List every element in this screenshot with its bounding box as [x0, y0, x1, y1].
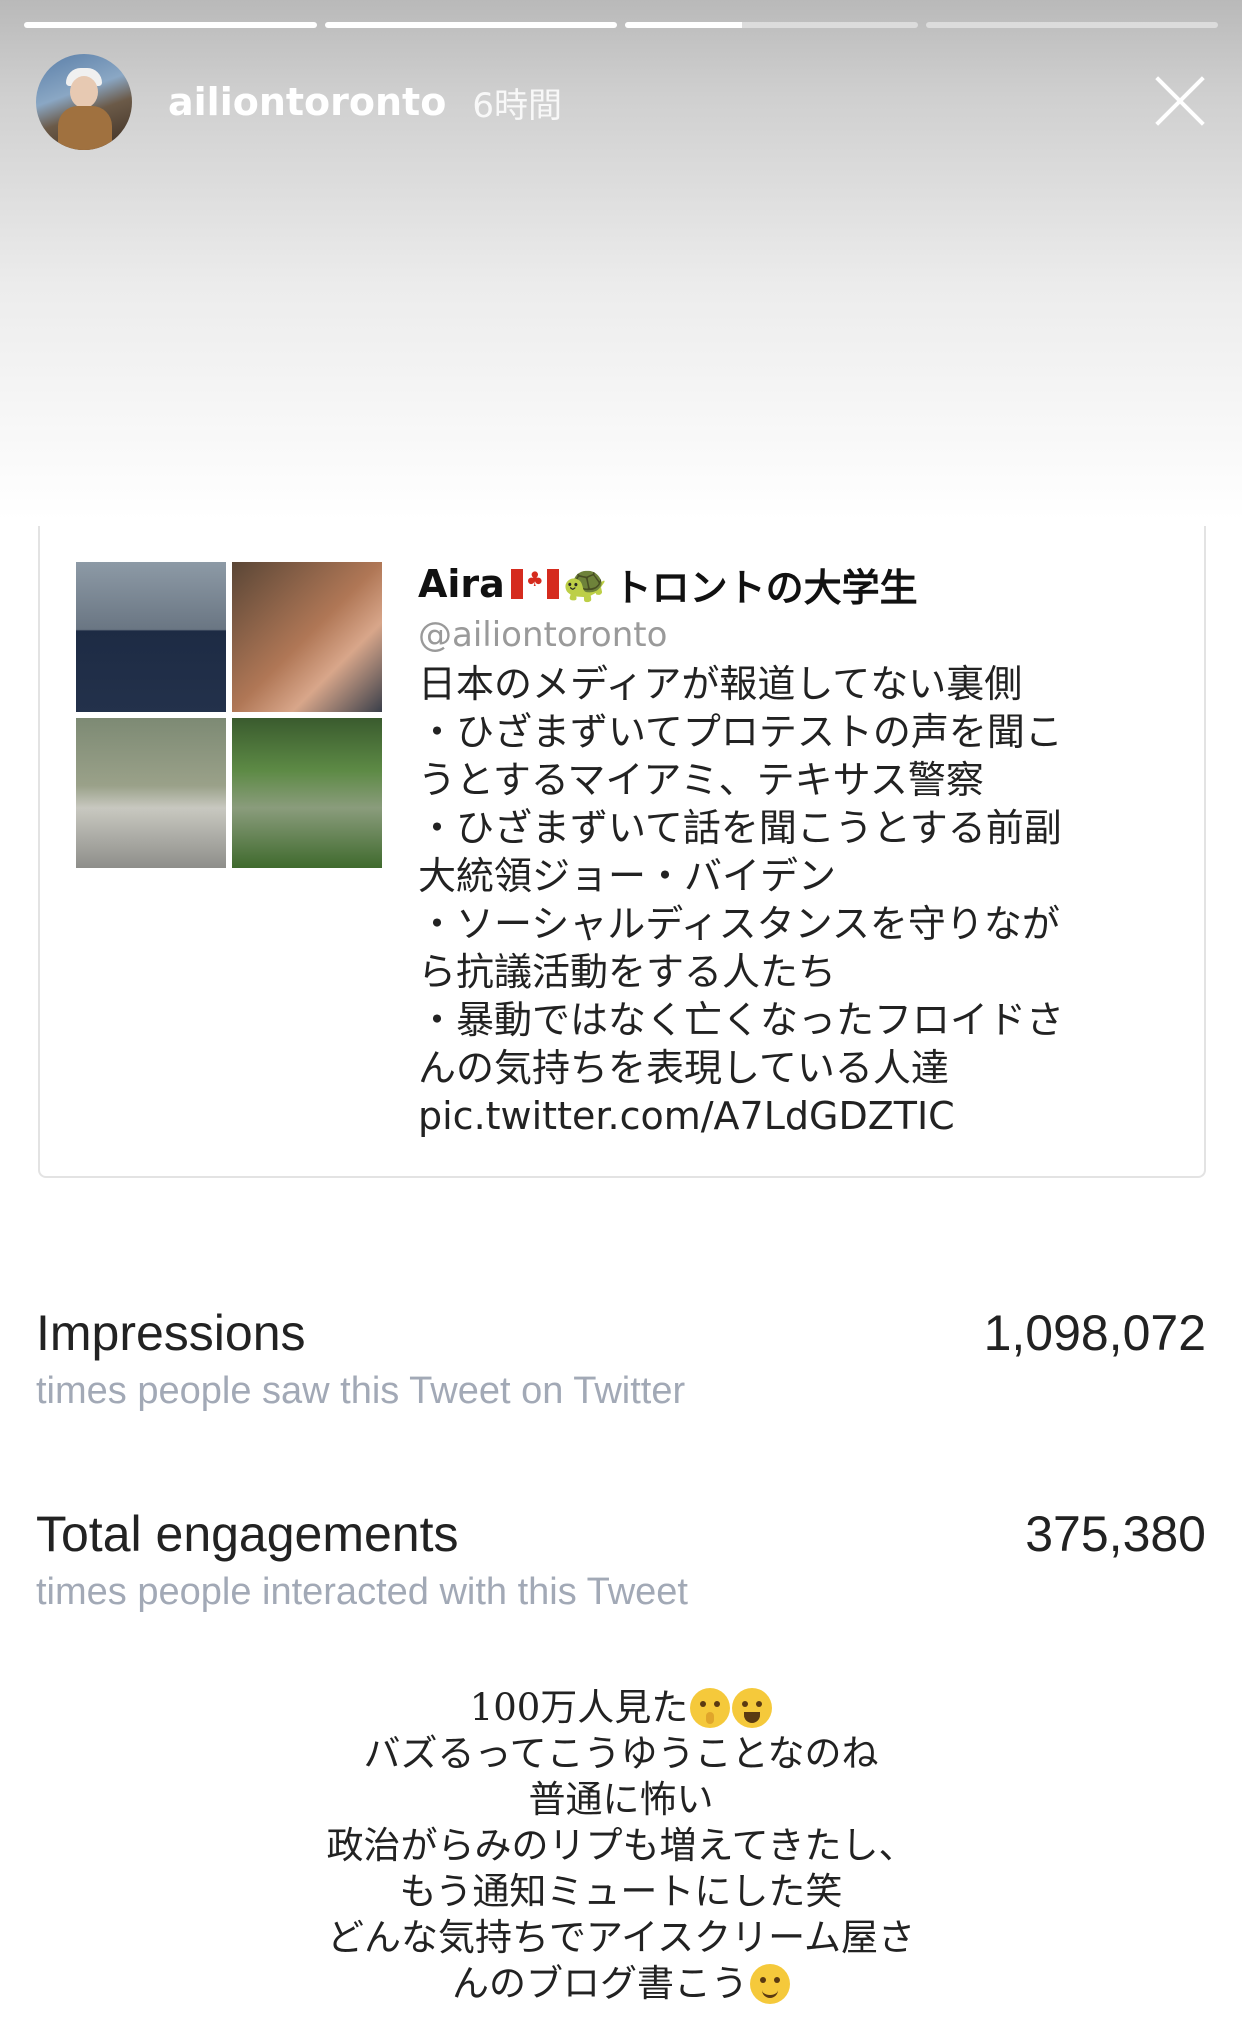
tweet-photo-lying-protest[interactable]: [232, 718, 382, 868]
tweet-body: 日本のメディアが報道してない裏側 ・ひざまずいてプロテストの声を聞こ うとするマ…: [418, 662, 1065, 1138]
story-caption: 100万人見た バズるってこうゆうことなのね 普通に怖い 政治がらみのリプも増え…: [0, 1685, 1242, 2007]
username[interactable]: ailiontoronto: [168, 80, 446, 124]
progress-segment: [24, 22, 317, 28]
caption-line: バズるってこうゆうことなのね: [363, 1732, 879, 1775]
tweet-photo-grid[interactable]: [76, 562, 382, 868]
caption-line: どんな気持ちでアイスクリーム屋さ: [327, 1916, 915, 1959]
metric-engagements: Total engagements times people interacte…: [36, 1505, 1206, 1614]
close-icon[interactable]: [1152, 72, 1208, 128]
metric-description: times people saw this Tweet on Twitter: [36, 1370, 686, 1412]
avatar[interactable]: [36, 54, 132, 150]
caption-line: んのブログ書こう: [0, 1961, 1242, 2007]
progress-segment: [324, 22, 617, 28]
progress-segment: [625, 22, 918, 28]
progress-segment: [925, 22, 1218, 28]
metric-description: times people interacted with this Tweet: [36, 1571, 688, 1613]
author-handle: @ailiontoronto: [418, 615, 668, 655]
tweet-photo-police-kneeling[interactable]: [76, 562, 226, 712]
tweet-content: Aira 🐢 トロントの大学生 @ailiontoronto 日本のメディアが報…: [418, 556, 1178, 1140]
caption-line: 普通に怖い: [528, 1778, 714, 1821]
author-suffix: トロントの大学生: [613, 565, 918, 610]
story-progress: [24, 22, 1218, 28]
post-time: 6時間: [472, 85, 562, 126]
canada-flag-icon: [510, 567, 559, 599]
shushing-face-emoji: [690, 1688, 731, 1728]
metric-impressions: Impressions times people saw this Tweet …: [36, 1304, 1206, 1413]
metric-value: 375,380: [1025, 1506, 1206, 1562]
smiling-face-emoji: [750, 1964, 790, 2004]
tweet-photo-biden-kneeling[interactable]: [232, 562, 382, 712]
tweet-author: Aira 🐢 トロントの大学生: [418, 556, 1178, 612]
tweet-photo-aerial-protest[interactable]: [76, 718, 226, 868]
caption-line: 100万人見た: [0, 1685, 1242, 1731]
caption-line: 政治がらみのリプも増えてきたし、: [326, 1824, 916, 1867]
author-name: Aira: [418, 562, 505, 606]
tweet-card: Aira 🐢 トロントの大学生 @ailiontoronto 日本のメディアが報…: [38, 526, 1206, 1178]
tears-of-joy-emoji: [732, 1688, 773, 1728]
caption-line: もう通知ミュートにした笑: [399, 1870, 843, 1913]
story-header: ailiontoronto 6時間: [36, 54, 562, 150]
turtle-icon: 🐢: [562, 564, 608, 605]
metric-value: 1,098,072: [983, 1305, 1206, 1361]
